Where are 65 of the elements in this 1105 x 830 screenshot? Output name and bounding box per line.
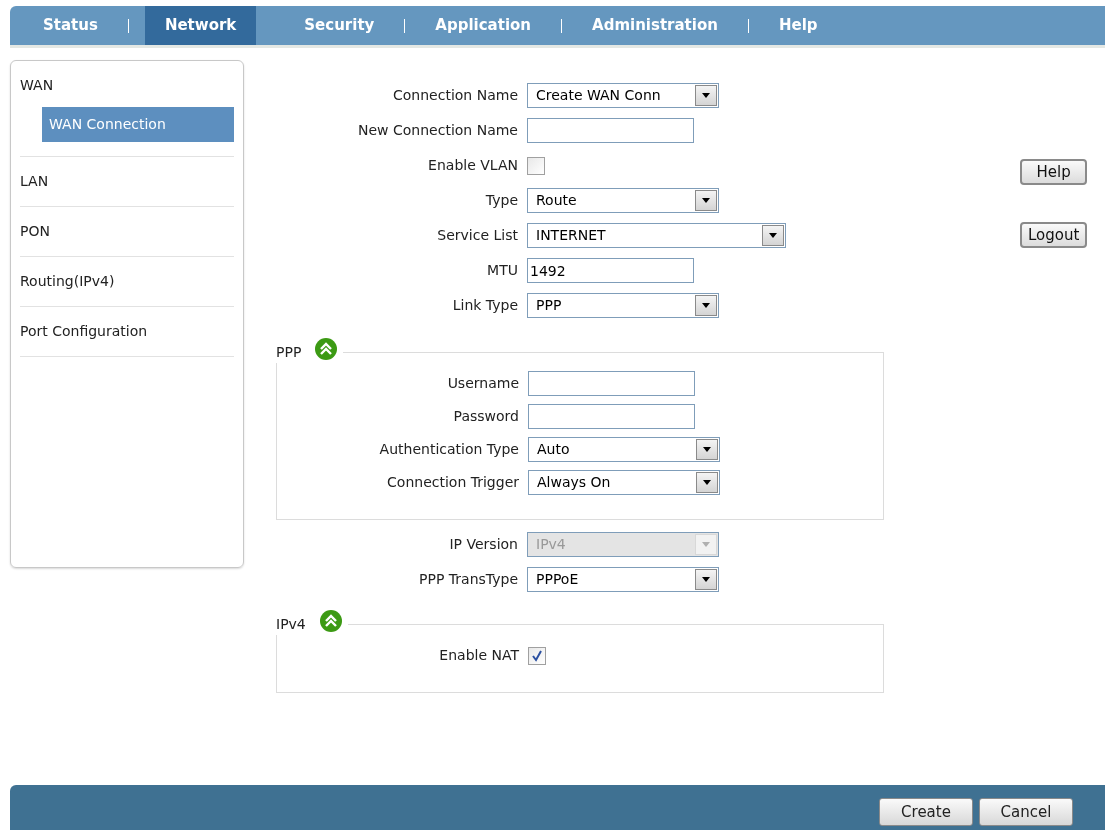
double-chevron-icon[interactable] [315,337,338,360]
field-label: Service List [436,226,518,245]
caret-icon [702,577,710,582]
side-button[interactable]: Help [1020,159,1088,185]
caret-icon [702,93,710,98]
text-field[interactable]: 1492 [527,258,694,283]
dropdown-button[interactable] [696,439,718,460]
dropdown-button[interactable] [695,85,717,106]
dropdown-button[interactable] [762,225,784,246]
dropdown-value: PPPoE [535,570,580,589]
field-label: IP Version [448,535,518,554]
caret-icon [702,303,710,308]
dropdown-value: INTERNET [535,226,607,245]
dropdown-value: Auto [536,440,571,459]
field-label: Password [452,407,519,426]
side-button[interactable]: Logout [1020,222,1088,248]
sidebar-item[interactable]: WAN [20,75,234,96]
text-field[interactable] [527,118,694,143]
dropdown-value: Always On [536,473,612,492]
dropdown[interactable]: Always On [528,470,720,495]
dropdown-button[interactable] [695,295,717,316]
dropdown-value: PPP [535,296,563,315]
dropdown-value: Create WAN Conn [535,86,662,105]
field-label: Link Type [451,296,518,315]
caret-icon [702,198,710,203]
checkmark-icon [531,649,543,662]
field-label: PPP TransType [418,570,518,589]
sidebar-item[interactable]: LAN [20,171,49,192]
double-chevron-icon[interactable] [319,609,342,632]
field-label: Connection Name [392,86,518,105]
field-label: Authentication Type [378,440,519,459]
dropdown[interactable]: Route [527,188,719,213]
dropdown[interactable]: PPPoE [527,567,719,592]
checkbox[interactable] [527,156,545,175]
caret-icon [703,480,711,485]
section-title: PPP [276,343,302,362]
dropdown[interactable]: Create WAN Conn [527,83,719,108]
footer-button[interactable]: Create [879,798,973,826]
field-label: Enable NAT [438,646,519,665]
field-label: Type [484,191,518,210]
dropdown-value: IPv4 [535,535,567,554]
dropdown[interactable]: INTERNET [527,223,786,248]
sidebar-item[interactable]: Routing(IPv4) [20,271,115,292]
text-field[interactable] [528,371,695,396]
dropdown-button[interactable] [696,472,718,493]
caret-icon [769,233,777,238]
nav-tab[interactable]: Network [144,6,257,45]
dropdown-button[interactable] [695,190,717,211]
sidebar-item[interactable]: PON [20,221,50,242]
text-field[interactable] [528,404,695,429]
field-label: MTU [486,261,518,280]
footer-button[interactable]: Cancel [979,798,1073,826]
field-label: Username [446,374,519,393]
field-label: Enable VLAN [427,156,518,175]
caret-icon [703,447,711,452]
dropdown[interactable]: Auto [528,437,720,462]
caret-icon [702,542,710,547]
sidebar-item[interactable]: Port Configuration [20,321,148,342]
field-label: Connection Trigger [386,473,519,492]
dropdown[interactable]: PPP [527,293,719,318]
section-title: IPv4 [276,615,306,634]
checkbox[interactable] [528,646,546,665]
field-label: New Connection Name [357,121,518,140]
dropdown-button[interactable] [695,569,717,590]
dropdown-value: Route [535,191,578,210]
